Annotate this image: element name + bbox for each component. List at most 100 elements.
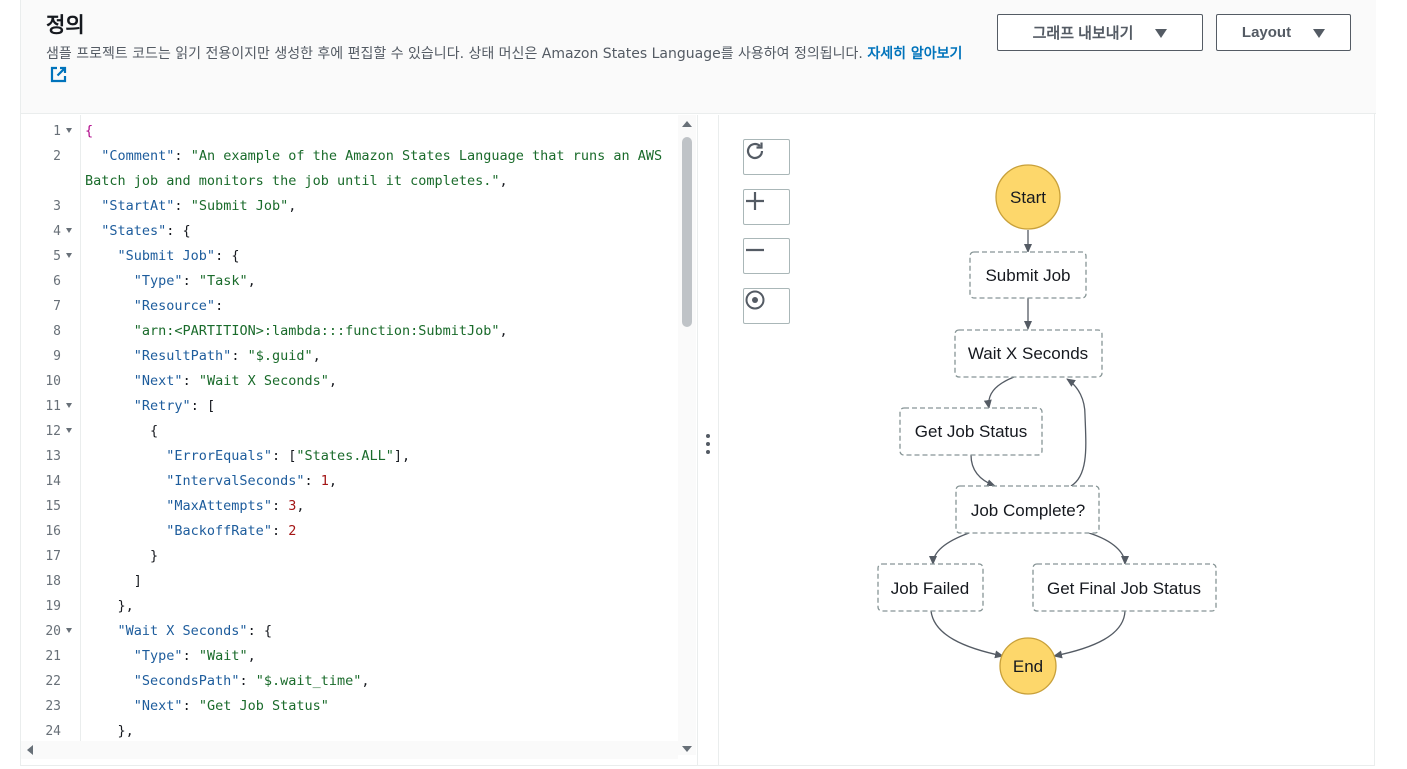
line-number: 23 xyxy=(45,699,61,714)
fold-arrow-icon[interactable] xyxy=(66,128,72,133)
fold-arrow-icon[interactable] xyxy=(66,253,72,258)
edge-wait-status xyxy=(983,376,1015,409)
node-get-final-job-status[interactable]: Get Final Job Status xyxy=(1032,563,1217,612)
node-submit-job-label: Submit Job xyxy=(985,266,1070,285)
code-line[interactable]: 18 ] xyxy=(21,569,697,594)
node-status-label: Get Job Status xyxy=(915,422,1027,441)
code-line[interactable]: 23 "Next": "Get Job Status" xyxy=(21,694,697,719)
code-line[interactable]: 4 "States": { xyxy=(21,219,697,244)
code-line[interactable]: 2 "Comment": "An example of the Amazon S… xyxy=(21,144,697,169)
code-text: }, xyxy=(85,598,134,614)
code-line[interactable]: 8 "arn:<PARTITION>:lambda:::function:Sub… xyxy=(21,319,697,344)
line-number: 13 xyxy=(45,449,61,464)
edge-final-end xyxy=(1053,610,1126,659)
code-line[interactable]: 7 "Resource": xyxy=(21,294,697,319)
scroll-up-icon[interactable] xyxy=(682,121,692,127)
code-line[interactable]: Batch job and monitors the job until it … xyxy=(21,169,697,194)
code-line[interactable]: 11 "Retry": [ xyxy=(21,394,697,419)
code-text: "Comment": "An example of the Amazon Sta… xyxy=(101,148,663,164)
code-line[interactable]: 15 "MaxAttempts": 3, xyxy=(21,494,697,519)
line-number: 3 xyxy=(53,199,61,214)
code-text: "Next": "Wait X Seconds", xyxy=(133,373,338,389)
code-text: { xyxy=(85,123,94,139)
code-line[interactable]: 10 "Next": "Wait X Seconds", xyxy=(21,369,697,394)
code-line[interactable]: 20 "Wait X Seconds": { xyxy=(21,619,697,644)
panel-splitter[interactable] xyxy=(697,115,717,765)
node-wait-x-seconds[interactable]: Wait X Seconds xyxy=(954,329,1103,378)
line-number: 1 xyxy=(53,124,61,139)
graph-view[interactable]: Start Submit Job Wait X Seconds Get Job … xyxy=(718,115,1375,765)
definition-panel: 정의 샘플 프로젝트 코드는 읽기 전용이지만 생성한 후에 편집할 수 있습니… xyxy=(20,0,1376,766)
code-text: "Submit Job": { xyxy=(117,248,240,264)
fold-arrow-icon[interactable] xyxy=(66,628,72,633)
code-line[interactable]: 24 }, xyxy=(21,719,697,741)
fold-arrow-icon[interactable] xyxy=(66,428,72,433)
code-line[interactable]: 12 { xyxy=(21,419,697,444)
line-number: 20 xyxy=(45,624,61,639)
node-job-failed[interactable]: Job Failed xyxy=(877,563,984,612)
edge-complete-wait xyxy=(1066,378,1087,487)
node-get-job-status[interactable]: Get Job Status xyxy=(899,407,1043,456)
line-number: 22 xyxy=(45,674,61,689)
node-complete-label: Job Complete? xyxy=(971,501,1085,520)
export-graph-label: 그래프 내보내기 xyxy=(1032,25,1134,42)
code-text: "ResultPath": "$.guid", xyxy=(133,348,321,364)
scrollbar-thumb[interactable] xyxy=(682,137,692,327)
code-line[interactable]: 14 "IntervalSeconds": 1, xyxy=(21,469,697,494)
line-number: 19 xyxy=(45,599,61,614)
code-text: "MaxAttempts": 3, xyxy=(166,498,305,514)
code-line[interactable]: 13 "ErrorEquals": ["States.ALL"], xyxy=(21,444,697,469)
export-graph-button[interactable]: 그래프 내보내기 xyxy=(997,14,1203,51)
node-job-complete[interactable]: Job Complete? xyxy=(955,485,1100,534)
line-number: 11 xyxy=(45,399,61,414)
node-end-label: End xyxy=(1013,657,1043,676)
line-number: 8 xyxy=(53,324,61,339)
node-submit-job[interactable]: Submit Job xyxy=(969,251,1087,299)
code-line[interactable]: 22 "SecondsPath": "$.wait_time", xyxy=(21,669,697,694)
code-line[interactable]: 16 "BackoffRate": 2 xyxy=(21,519,697,544)
code-line[interactable]: 9 "ResultPath": "$.guid", xyxy=(21,344,697,369)
fold-arrow-icon[interactable] xyxy=(66,403,72,408)
code-text: "arn:<PARTITION>:lambda:::function:Submi… xyxy=(133,323,508,339)
code-line[interactable]: 19 }, xyxy=(21,594,697,619)
code-line[interactable]: 17 } xyxy=(21,544,697,569)
node-start[interactable]: Start xyxy=(995,164,1061,230)
node-failed-label: Job Failed xyxy=(891,579,969,598)
node-start-label: Start xyxy=(1010,188,1046,207)
edge-status-complete xyxy=(970,454,996,487)
code-line[interactable]: 5 "Submit Job": { xyxy=(21,244,697,269)
layout-label: Layout xyxy=(1241,24,1292,41)
code-text: "SecondsPath": "$.wait_time", xyxy=(133,673,370,689)
drag-dot xyxy=(706,450,710,454)
line-number: 5 xyxy=(53,249,61,264)
line-number: 10 xyxy=(45,374,61,389)
code-line[interactable]: 21 "Type": "Wait", xyxy=(21,644,697,669)
horizontal-scrollbar[interactable] xyxy=(21,741,678,759)
code-editor[interactable]: 1{2 "Comment": "An example of the Amazon… xyxy=(21,115,697,741)
code-text: "Wait X Seconds": { xyxy=(117,623,272,639)
code-line[interactable]: 6 "Type": "Task", xyxy=(21,269,697,294)
scroll-left-icon[interactable] xyxy=(27,745,33,755)
drag-dot xyxy=(706,434,710,438)
line-number: 6 xyxy=(53,274,61,289)
code-line[interactable]: 1{ xyxy=(21,119,697,144)
code-text: "StartAt": "Submit Job", xyxy=(101,198,297,214)
code-text: "Type": "Task", xyxy=(133,273,256,289)
line-number: 21 xyxy=(45,649,61,664)
state-machine-diagram: Start Submit Job Wait X Seconds Get Job … xyxy=(877,164,1217,695)
code-text: "Type": "Wait", xyxy=(133,648,256,664)
caret-down-icon xyxy=(1313,29,1326,38)
code-text: } xyxy=(85,548,159,564)
code-text: }, xyxy=(85,723,134,739)
description-text: 샘플 프로젝트 코드는 읽기 전용이지만 생성한 후에 편집할 수 있습니다. … xyxy=(46,46,863,62)
edge-complete-final xyxy=(1088,532,1129,565)
layout-button[interactable]: Layout xyxy=(1216,14,1351,51)
scroll-down-icon[interactable] xyxy=(682,746,692,752)
code-text: "Retry": [ xyxy=(133,398,216,414)
vertical-scrollbar[interactable] xyxy=(678,115,696,755)
line-number: 16 xyxy=(45,524,61,539)
code-line[interactable]: 3 "StartAt": "Submit Job", xyxy=(21,194,697,219)
app-frame: 정의 샘플 프로젝트 코드는 읽기 전용이지만 생성한 후에 편집할 수 있습니… xyxy=(0,0,1407,769)
node-end[interactable]: End xyxy=(999,637,1057,695)
fold-arrow-icon[interactable] xyxy=(66,228,72,233)
